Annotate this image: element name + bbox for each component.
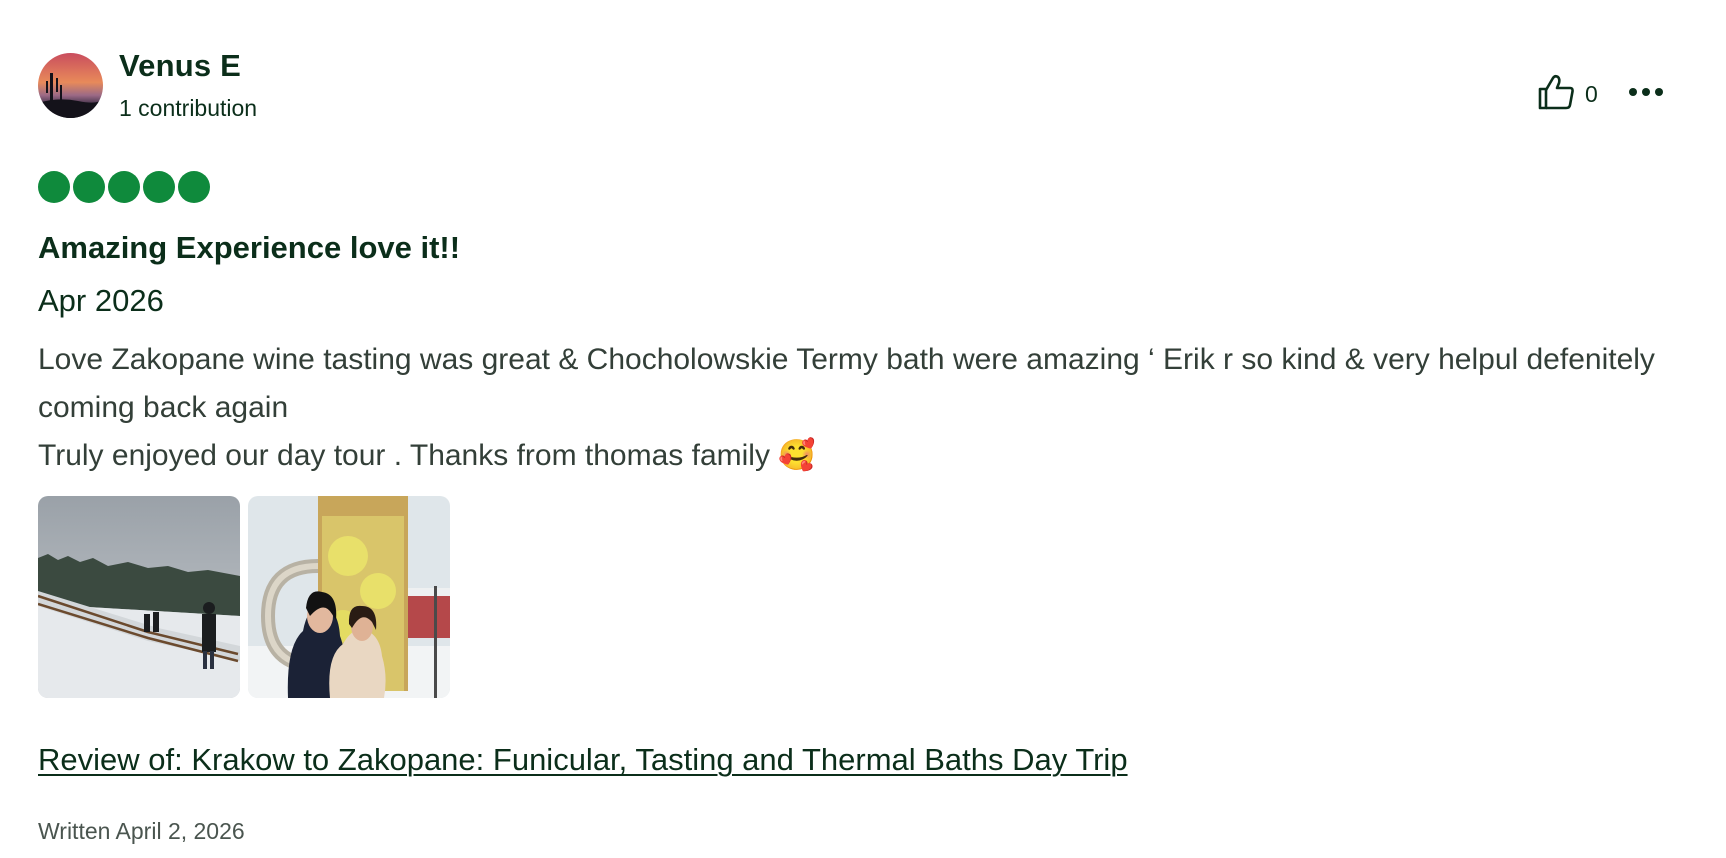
giant-mug-sculpture-photo[interactable] [248, 496, 450, 698]
rating-bubble-5 [178, 171, 210, 203]
helpful-count: 0 [1585, 80, 1598, 107]
helpful-vote-button[interactable]: 0 [1537, 74, 1598, 114]
more-options-button[interactable] [1626, 78, 1666, 108]
rating-bubble-1 [38, 171, 70, 203]
review-photos [38, 496, 450, 698]
rating-bubble-3 [108, 171, 140, 203]
contribution-count: 1 contribution [119, 95, 258, 121]
rating-bubbles [38, 171, 210, 203]
reviewer-name[interactable]: Venus E [119, 48, 241, 84]
avatar-image [38, 53, 103, 118]
snowy-hill-photo[interactable] [38, 496, 240, 698]
rating-bubble-2 [73, 171, 105, 203]
more-options-icon [1628, 84, 1664, 102]
rating-bubble-4 [143, 171, 175, 203]
written-date: Written April 2, 2026 [38, 818, 245, 844]
avatar[interactable] [38, 53, 103, 118]
review-title: Amazing Experience love it!! [38, 230, 461, 265]
review-body: Love Zakopane wine tasting was great & C… [38, 336, 1678, 480]
review-body-line: Love Zakopane wine tasting was great & C… [38, 343, 1655, 424]
thumbs-up-icon [1537, 74, 1575, 115]
review-body-line: Truly enjoyed our day tour . Thanks from… [38, 439, 816, 472]
review-card: Venus E 1 contribution 0 Amazing Experie… [0, 0, 1726, 858]
review-of-link[interactable]: Review of: Krakow to Zakopane: Funicular… [38, 742, 1128, 778]
visit-date: Apr 2026 [38, 283, 164, 318]
